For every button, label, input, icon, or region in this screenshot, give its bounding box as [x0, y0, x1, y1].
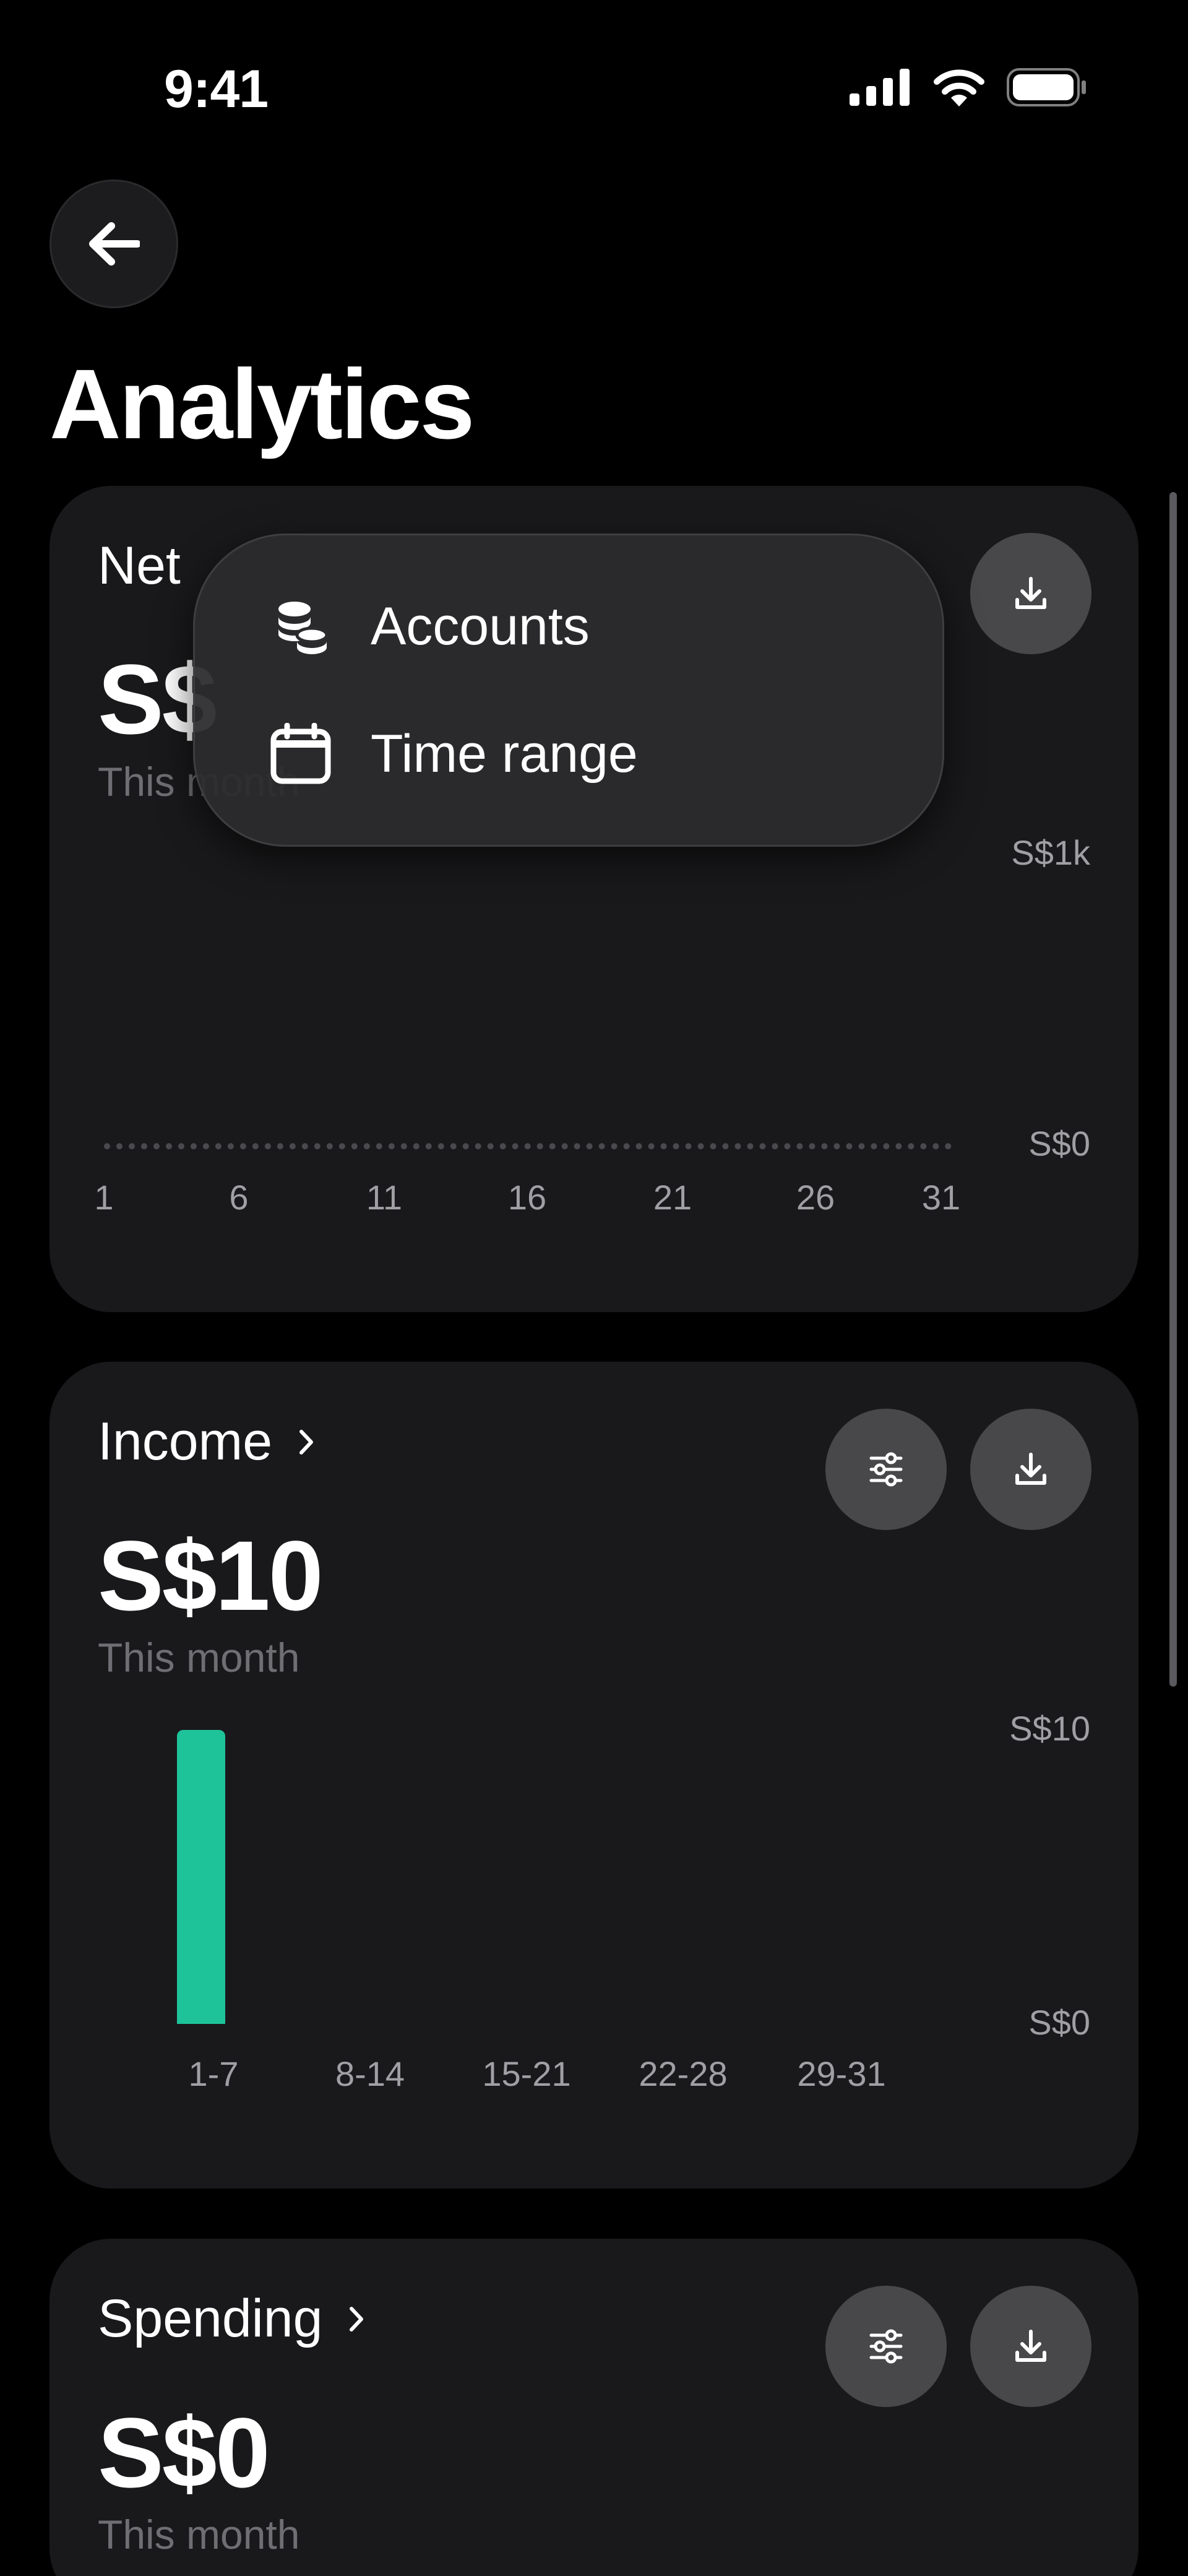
- chevron-right-icon: [350, 2306, 364, 2332]
- sliders-icon: [869, 1452, 903, 1487]
- income-x-label: 22-28: [639, 2054, 728, 2093]
- spending-card-title[interactable]: Spending: [98, 2288, 364, 2349]
- back-button[interactable]: [50, 179, 178, 308]
- net-x-label: 16: [507, 1178, 547, 1217]
- download-icon: [1015, 577, 1046, 609]
- menu-item-accounts[interactable]: Accounts: [269, 595, 590, 658]
- chevron-right-icon: [299, 1429, 314, 1454]
- income-card-subtitle: This month: [98, 1635, 300, 1680]
- net-x-label: 21: [653, 1178, 692, 1217]
- net-zero-line: [104, 1143, 952, 1149]
- net-y-label-top: S$1k: [1011, 833, 1090, 872]
- wifi-icon: [934, 69, 984, 106]
- status-time: 9:41: [164, 59, 269, 119]
- income-download-button[interactable]: [970, 1409, 1091, 1530]
- cellular-signal-icon: [850, 69, 910, 106]
- net-card-title-text: Net: [98, 536, 181, 595]
- net-y-label-bottom: S$0: [1028, 1124, 1090, 1163]
- spending-filter-button[interactable]: [825, 2286, 947, 2407]
- spending-card-amount: S$0: [98, 2397, 270, 2508]
- battery-icon: [1007, 68, 1086, 106]
- income-y-label-bottom: S$0: [1028, 2003, 1090, 2042]
- income-card-title-text: Income: [98, 1412, 273, 1471]
- arrow-left-icon: [89, 222, 140, 266]
- download-icon: [1015, 1453, 1046, 1485]
- income-card-amount: S$10: [98, 1520, 324, 1631]
- status-icons: [850, 68, 1087, 106]
- spending-download-button[interactable]: [970, 2286, 1091, 2407]
- coins-icon: [269, 595, 332, 658]
- filter-popup-menu: Accounts Time range: [193, 534, 944, 847]
- net-download-button[interactable]: [970, 533, 1091, 654]
- net-card-title[interactable]: Net: [98, 535, 181, 597]
- net-x-label: 6: [229, 1178, 249, 1217]
- menu-item-time-range[interactable]: Time range: [269, 722, 638, 785]
- download-icon: [1015, 2330, 1046, 2362]
- sliders-icon: [869, 2329, 903, 2364]
- scrollbar[interactable]: [1169, 492, 1177, 1687]
- page-title: Analytics: [50, 348, 475, 459]
- income-bar: [177, 1730, 225, 2024]
- income-x-label: 1-7: [188, 2054, 239, 2093]
- net-x-label: 26: [796, 1178, 835, 1217]
- spending-card: Spending S$0 This month: [50, 2239, 1138, 2576]
- calendar-icon: [269, 722, 332, 785]
- spending-card-title-text: Spending: [98, 2289, 323, 2348]
- income-x-label: 29-31: [797, 2054, 886, 2093]
- menu-item-accounts-label: Accounts: [371, 596, 590, 656]
- net-x-label: 1: [94, 1178, 114, 1217]
- net-x-label: 11: [366, 1178, 403, 1217]
- analytics-screen: 9:41 Analytics Net S$ This month: [0, 0, 1188, 2576]
- income-card-title[interactable]: Income: [98, 1411, 314, 1472]
- menu-item-time-range-label: Time range: [371, 724, 638, 784]
- spending-card-subtitle: This month: [98, 2512, 300, 2557]
- net-x-label: 31: [921, 1178, 961, 1217]
- income-filter-button[interactable]: [825, 1409, 947, 1530]
- income-card: Income S$10 This month S$10 S$0 1-7 8-14…: [50, 1362, 1138, 2189]
- income-x-label: 8-14: [335, 2054, 405, 2093]
- income-y-label-top: S$10: [1009, 1709, 1090, 1748]
- income-x-label: 15-21: [482, 2054, 571, 2093]
